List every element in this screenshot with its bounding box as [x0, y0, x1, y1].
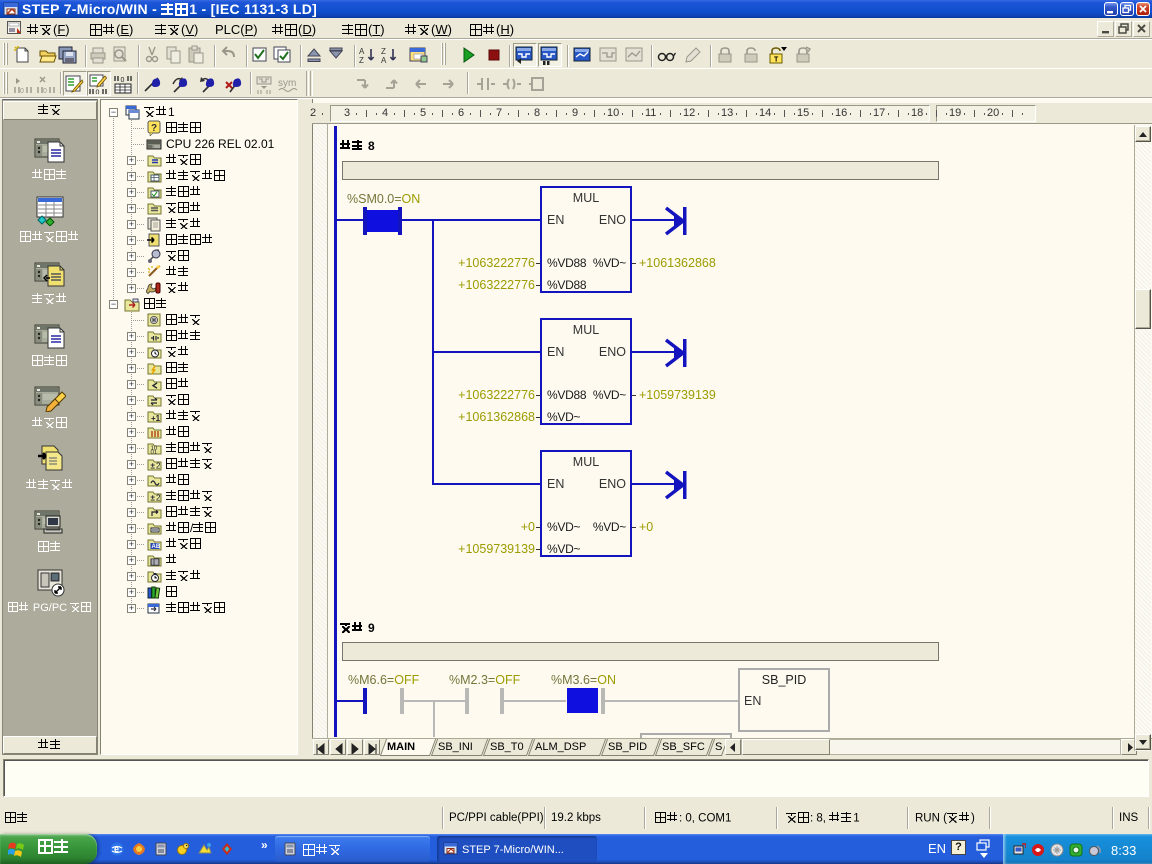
svg-text:0: 0	[96, 90, 100, 95]
svg-text:e: e	[114, 844, 119, 854]
svg-text:?: ?	[151, 123, 157, 134]
svg-text:AB: AB	[152, 544, 161, 550]
svg-text:0: 0	[20, 88, 24, 94]
svg-text:±: ±	[151, 462, 156, 471]
svg-text:+1: +1	[151, 414, 161, 423]
svg-text:±: ±	[151, 494, 156, 503]
svg-text:0: 0	[121, 77, 125, 84]
svg-text:0: 0	[43, 88, 47, 94]
svg-text:T: T	[774, 57, 779, 64]
svg-text:A: A	[381, 56, 387, 65]
svg-text:Z: Z	[359, 56, 364, 65]
svg-text:sym: sym	[278, 78, 296, 89]
svg-text:2: 2	[156, 494, 161, 503]
svg-text:2: 2	[156, 462, 161, 471]
svg-text:Z: Z	[381, 47, 386, 56]
svg-text:A: A	[359, 47, 365, 56]
